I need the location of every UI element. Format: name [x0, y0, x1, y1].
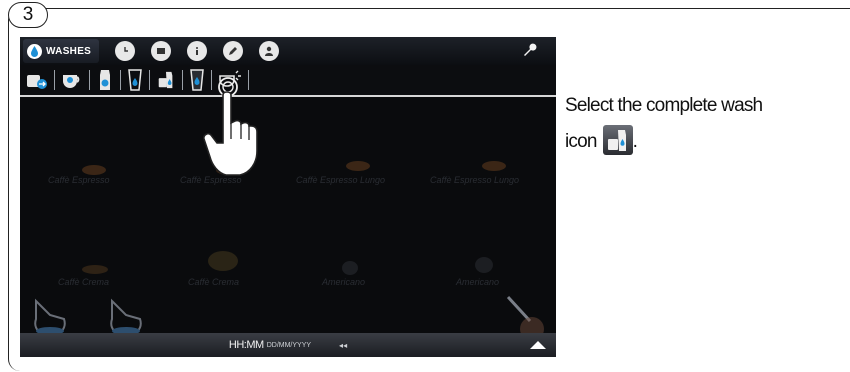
- status-bar: HH:MM DD/MM/YYYY ◂◂: [20, 333, 556, 357]
- americano-cup-image: [342, 261, 358, 275]
- carafe-images: [34, 298, 142, 335]
- instruction-period: .: [632, 131, 638, 152]
- separator: [182, 70, 183, 90]
- top-toolbar: WASHES: [20, 37, 556, 65]
- crema-cup-image: [208, 251, 238, 271]
- product-label: Caffè Espresso Lungo: [430, 175, 520, 185]
- arrow-up-icon[interactable]: [530, 341, 546, 349]
- steam-wand-image: [506, 295, 544, 335]
- wash-options-bar: [20, 65, 556, 97]
- time-display: HH:MM: [228, 339, 264, 351]
- product-label: Caffè Crema: [58, 277, 110, 287]
- instruction-text: Select the complete wash icon .: [565, 93, 850, 155]
- wrench-icon[interactable]: [522, 42, 538, 63]
- complete-wash-icon: [602, 125, 633, 155]
- water-drop-icon: [27, 43, 42, 59]
- pointing-hand-icon: [203, 77, 258, 176]
- step-number-label: 3: [22, 4, 34, 25]
- washes-tab-label: WASHES: [46, 45, 92, 57]
- crema-cup-image: [82, 265, 108, 274]
- step-number: 3: [8, 2, 48, 28]
- separator: [54, 70, 55, 90]
- product-label: Americano: [322, 277, 366, 287]
- date-display: DD/MM/YYYY: [266, 341, 312, 349]
- product-label: Americano: [456, 277, 500, 287]
- glass-wash-icon[interactable]: [127, 67, 143, 93]
- espresso-cup-image: [82, 165, 106, 175]
- product-label: Caffè Espresso Lungo: [296, 175, 386, 185]
- instruction-line-1: Select the complete wash: [565, 95, 763, 116]
- separator: [149, 70, 150, 90]
- milk-circuit-wash-icon[interactable]: [26, 67, 48, 93]
- machine-screen: WASHES Caffè Espresso Caffè Espresso Caf…: [20, 37, 556, 357]
- carafe-wash-icon[interactable]: [96, 67, 114, 93]
- info-icon[interactable]: [187, 41, 208, 61]
- flag-icon[interactable]: [151, 41, 172, 61]
- product-label: Caffè Espresso: [48, 175, 110, 185]
- instruction-line-2: icon .: [565, 125, 850, 155]
- product-label: Caffè Crema: [188, 277, 240, 287]
- espresso-lungo-cup-image: [482, 161, 506, 171]
- user-icon[interactable]: [259, 41, 280, 61]
- instruction-icon-word: icon: [565, 131, 597, 152]
- clock-icon[interactable]: [115, 41, 136, 61]
- separator: [89, 70, 90, 90]
- volume-icon[interactable]: ◂◂: [339, 341, 347, 350]
- espresso-lungo-cup-image: [346, 161, 370, 171]
- americano-cup-image: [475, 257, 493, 273]
- cup-wash-icon[interactable]: [61, 67, 83, 93]
- pencil-icon[interactable]: [223, 41, 244, 61]
- complete-wash-icon[interactable]: [156, 69, 176, 91]
- separator: [120, 70, 121, 90]
- washes-tab[interactable]: WASHES: [23, 39, 100, 63]
